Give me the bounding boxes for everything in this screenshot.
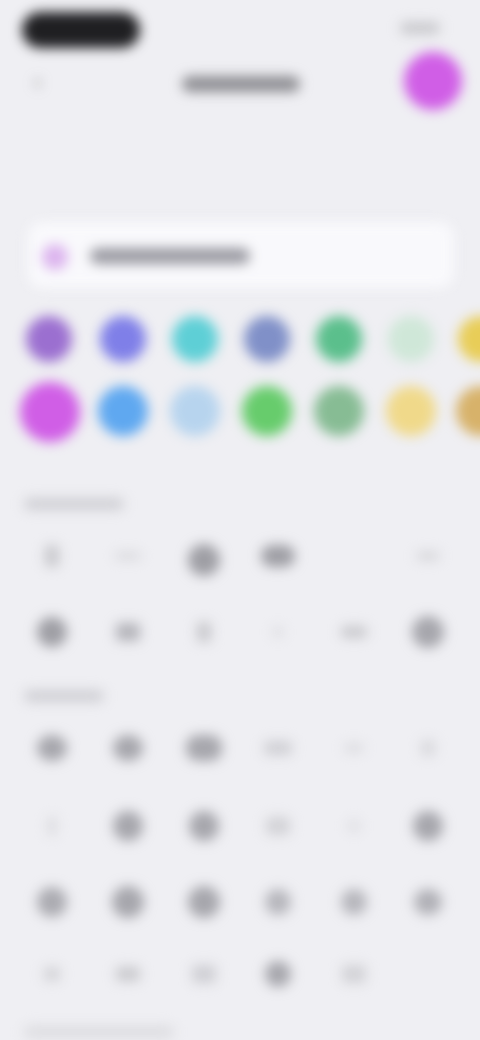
name-field-text xyxy=(90,248,250,264)
line-icon[interactable] xyxy=(258,728,298,768)
dot-icon[interactable] xyxy=(32,954,72,994)
line-icon[interactable] xyxy=(184,954,224,994)
circle-icon[interactable] xyxy=(258,954,298,994)
circle-icon[interactable] xyxy=(408,806,448,846)
line-icon[interactable] xyxy=(258,806,298,846)
color-swatch[interactable] xyxy=(100,316,146,362)
section-label xyxy=(24,498,124,510)
circle-icon[interactable] xyxy=(408,882,448,922)
color-swatch[interactable] xyxy=(26,316,72,362)
cloud-icon[interactable] xyxy=(258,536,298,576)
line-icon[interactable] xyxy=(334,612,374,652)
screen: ‹ xyxy=(0,0,480,1040)
circle-icon[interactable] xyxy=(184,806,224,846)
circle-icon[interactable] xyxy=(258,882,298,922)
color-swatch[interactable] xyxy=(388,316,434,362)
color-swatch[interactable] xyxy=(172,316,218,362)
color-swatch[interactable] xyxy=(242,386,292,436)
line-icon[interactable] xyxy=(334,728,374,768)
section-label-bottom xyxy=(24,1026,174,1038)
color-swatch[interactable] xyxy=(316,316,362,362)
line-icon[interactable] xyxy=(408,536,448,576)
color-swatch[interactable] xyxy=(456,386,480,436)
circle-icon[interactable] xyxy=(184,882,224,922)
circle-icon[interactable] xyxy=(334,882,374,922)
circle-icon[interactable] xyxy=(32,612,72,652)
blurred-content: ‹ xyxy=(0,0,480,1040)
status-indicators xyxy=(400,22,440,34)
color-swatch[interactable] xyxy=(386,386,436,436)
color-swatch[interactable] xyxy=(244,316,290,362)
back-button[interactable]: ‹ xyxy=(34,70,58,94)
color-swatch[interactable] xyxy=(314,386,364,436)
line-icon[interactable] xyxy=(184,612,224,652)
circle-icon[interactable] xyxy=(184,728,224,768)
color-swatch[interactable] xyxy=(98,386,148,436)
line-icon[interactable] xyxy=(108,954,148,994)
icon-preview[interactable] xyxy=(404,52,462,110)
dot-icon[interactable] xyxy=(32,806,72,846)
line-icon[interactable] xyxy=(408,728,448,768)
circle-icon[interactable] xyxy=(408,612,448,652)
color-swatch[interactable] xyxy=(170,386,220,436)
line-icon[interactable] xyxy=(108,536,148,576)
name-field-color-dot xyxy=(42,244,68,270)
dot-icon[interactable] xyxy=(334,806,374,846)
circle-icon[interactable] xyxy=(184,540,224,580)
line-icon[interactable] xyxy=(334,954,374,994)
circle-icon[interactable] xyxy=(108,882,148,922)
pencil-icon[interactable] xyxy=(32,536,72,576)
chevron-left-icon: ‹ xyxy=(34,69,42,94)
circle-icon[interactable] xyxy=(108,806,148,846)
color-swatch-selected[interactable] xyxy=(20,382,80,442)
color-swatch[interactable] xyxy=(458,316,480,362)
status-time-pill xyxy=(22,12,140,48)
page-title xyxy=(182,76,300,94)
dot-icon[interactable] xyxy=(258,612,298,652)
circle-icon[interactable] xyxy=(32,882,72,922)
name-field[interactable] xyxy=(28,222,454,288)
page-title-text xyxy=(182,76,300,92)
blank-icon[interactable] xyxy=(334,536,374,576)
section-label xyxy=(24,690,104,702)
circle-icon[interactable] xyxy=(32,728,72,768)
pencil-icon[interactable] xyxy=(108,612,148,652)
circle-icon[interactable] xyxy=(108,728,148,768)
